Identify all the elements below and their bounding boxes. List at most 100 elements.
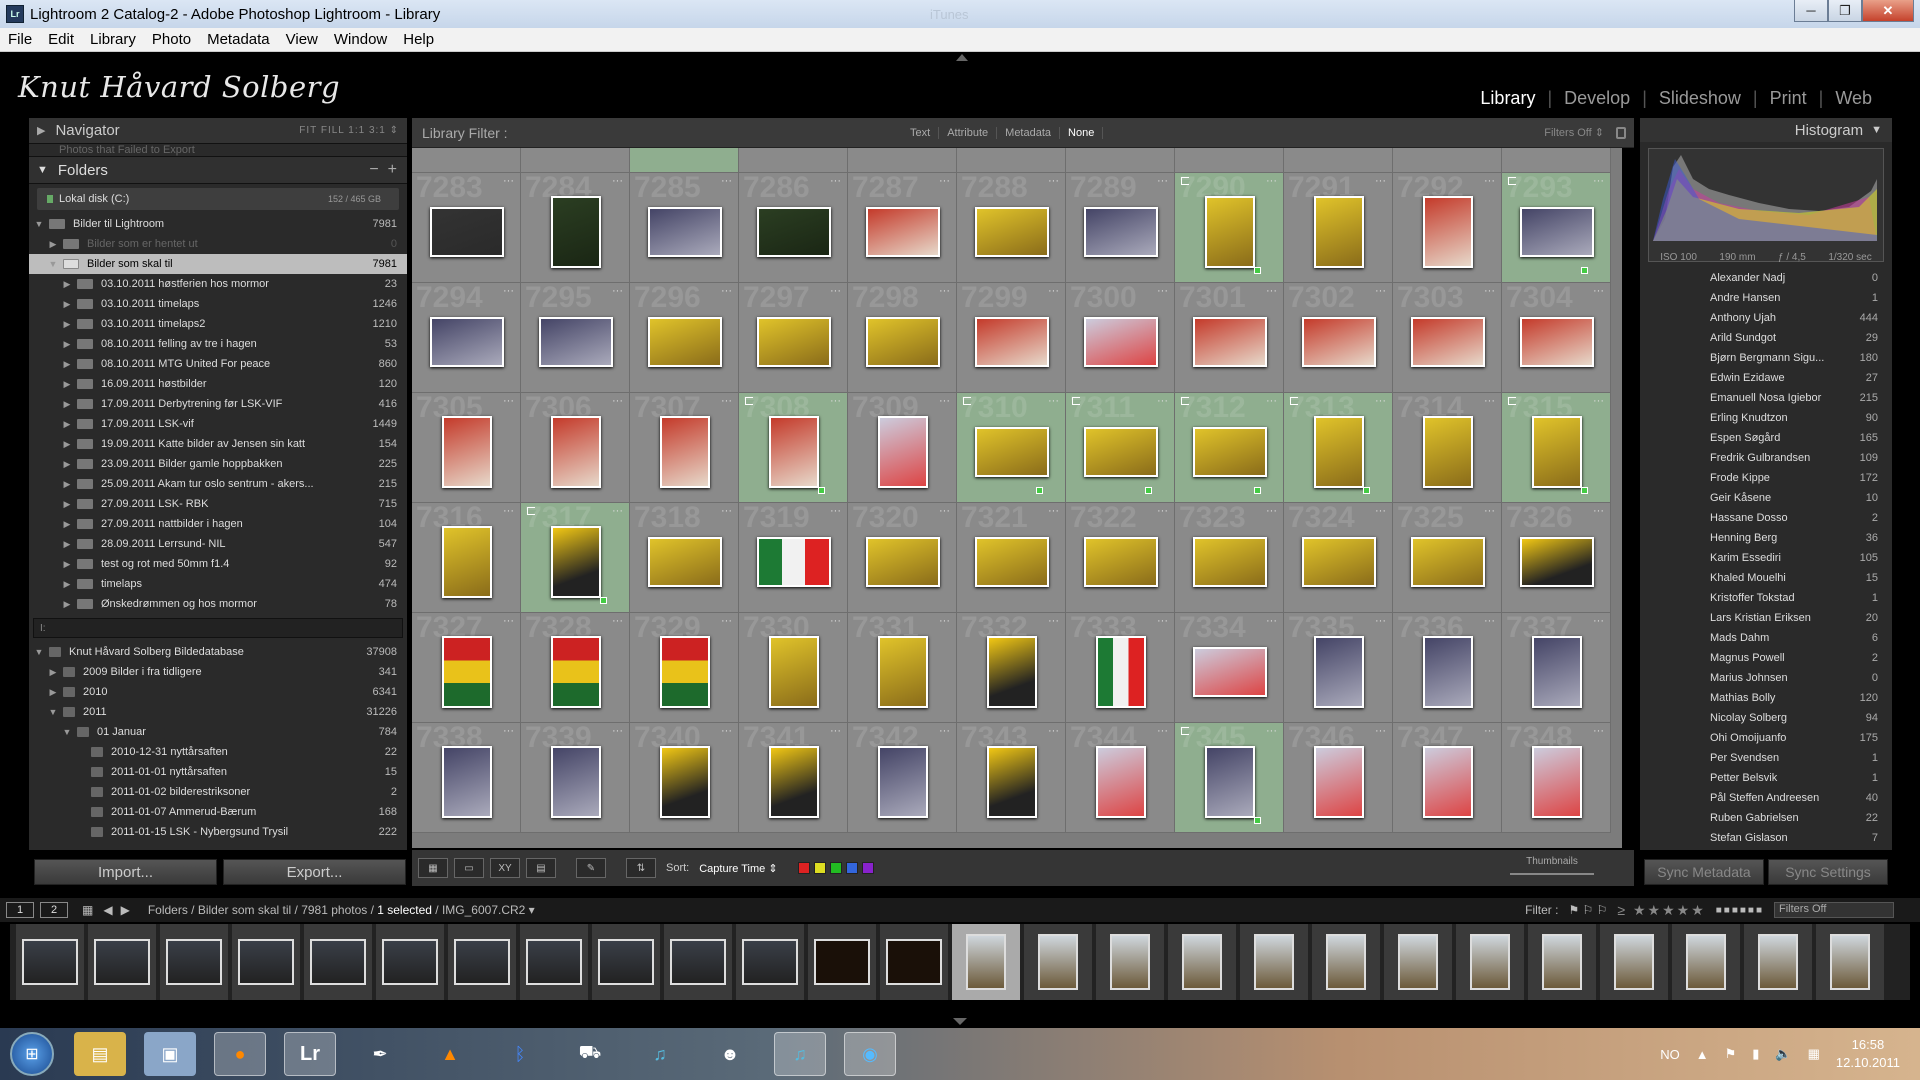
selected-file[interactable]: / IMG_6007.CR2 ▾: [432, 903, 534, 917]
disclosure-triangle-icon[interactable]: ▶: [47, 667, 59, 678]
disclosure-triangle-icon[interactable]: ▶: [61, 379, 73, 390]
thumbnail-cell[interactable]: 7333 ···: [1066, 613, 1175, 723]
photo-thumbnail[interactable]: [659, 746, 710, 818]
thumbnail-cell[interactable]: 7292 ···: [1393, 173, 1502, 283]
bluetooth-icon[interactable]: ᛒ: [494, 1032, 546, 1076]
filmstrip-thumbnail[interactable]: [448, 924, 516, 1000]
cell-menu-icon[interactable]: ···: [721, 615, 732, 627]
filmstrip-thumbnail[interactable]: [664, 924, 732, 1000]
filter-tab-none[interactable]: None: [1060, 126, 1104, 139]
clock[interactable]: 16:58 12.10.2011: [1836, 1036, 1900, 1072]
folder-item[interactable]: ▶ Ønskedrømmen og hos mormor 78: [29, 594, 407, 614]
photo-thumbnail[interactable]: [550, 416, 601, 488]
folder-item[interactable]: ▼ Bilder til Lightroom 7981: [29, 214, 407, 234]
cell-menu-icon[interactable]: ···: [612, 615, 623, 627]
flag-icon[interactable]: [1181, 727, 1189, 735]
volume-bar[interactable]: Lokal disk (C:) 152 / 465 GB: [37, 188, 399, 210]
photo-thumbnail[interactable]: [441, 526, 492, 598]
folder-item[interactable]: ▶ 16.09.2011 høstbilder 120: [29, 374, 407, 394]
filmstrip-thumbnail[interactable]: [880, 924, 948, 1000]
loupe-view-icon[interactable]: ▭: [454, 858, 484, 878]
folder-item[interactable]: ▶ 03.10.2011 høstferien hos mormor 23: [29, 274, 407, 294]
photo-thumbnail[interactable]: [1531, 746, 1582, 818]
thumbnail-cell[interactable]: 7340 ···: [630, 723, 739, 833]
module-slideshow[interactable]: Slideshow: [1647, 88, 1753, 109]
photo-thumbnail[interactable]: [550, 746, 601, 818]
slider-track[interactable]: [1510, 873, 1594, 875]
disclosure-triangle-icon[interactable]: ▶: [47, 687, 59, 698]
green-label-icon[interactable]: [829, 862, 842, 874]
top-panel-toggle-icon[interactable]: [956, 54, 968, 61]
filmstrip-thumbnail[interactable]: [1456, 924, 1524, 1000]
filter-tab-metadata[interactable]: Metadata: [997, 126, 1061, 139]
cell-menu-icon[interactable]: ···: [1266, 615, 1277, 627]
photo-thumbnail[interactable]: [550, 526, 601, 598]
thumbnail-cell[interactable]: 7319 ···: [739, 503, 848, 613]
folder-item[interactable]: ▼ Bilder som skal til 7981: [29, 254, 407, 274]
cell-menu-icon[interactable]: ···: [1157, 395, 1168, 407]
thumbnail-cell[interactable]: 7296 ···: [630, 283, 739, 393]
filmstrip-thumbnail[interactable]: [592, 924, 660, 1000]
photo-thumbnail[interactable]: [1519, 537, 1594, 587]
photo-thumbnail[interactable]: [877, 636, 928, 708]
lightroom-taskbar-icon[interactable]: Lr: [284, 1032, 336, 1076]
cell-menu-icon[interactable]: ···: [1375, 505, 1386, 517]
flag-filter-icon[interactable]: ⚑ ⚐ ⚐: [1568, 903, 1607, 917]
sort-dropdown[interactable]: Capture Time ⇕: [699, 862, 777, 875]
disclosure-triangle-icon[interactable]: ▶: [61, 499, 73, 510]
cell-menu-icon[interactable]: ···: [503, 395, 514, 407]
flag-icon[interactable]: [1181, 397, 1189, 405]
photo-thumbnail[interactable]: [756, 207, 831, 257]
tray-expand-icon[interactable]: ▲: [1696, 1047, 1709, 1062]
keyword-item[interactable]: Mathias Bolly 120: [1640, 688, 1892, 708]
cell-menu-icon[interactable]: ···: [830, 615, 841, 627]
cell-menu-icon[interactable]: ···: [1048, 615, 1059, 627]
thumbnail-cell[interactable]: 7315 ···: [1502, 393, 1611, 503]
collection-item[interactable]: 2010-12-31 nyttårsaften 22: [29, 742, 407, 762]
cell-menu-icon[interactable]: ···: [1266, 395, 1277, 407]
thumbnail-cell[interactable]: 7326 ···: [1502, 503, 1611, 613]
thumbnail-cell[interactable]: 7301 ···: [1175, 283, 1284, 393]
disclosure-triangle-icon[interactable]: ▶: [61, 539, 73, 550]
thumbnail-cell[interactable]: 7300 ···: [1066, 283, 1175, 393]
bottom-panel-toggle-icon[interactable]: [953, 1018, 967, 1025]
thumbnail-cell[interactable]: 7291 ···: [1284, 173, 1393, 283]
photo-thumbnail[interactable]: [659, 416, 710, 488]
thumbnail-cell[interactable]: 7306 ···: [521, 393, 630, 503]
disclosure-triangle-icon[interactable]: ▶: [61, 479, 73, 490]
photo-thumbnail[interactable]: [974, 537, 1049, 587]
start-button[interactable]: ⊞: [10, 1032, 54, 1076]
flag-icon[interactable]: [1181, 177, 1189, 185]
thumbnail-cell[interactable]: 7324 ···: [1284, 503, 1393, 613]
feather-icon[interactable]: ✒: [354, 1032, 406, 1076]
thumbnail-cell[interactable]: 7309 ···: [848, 393, 957, 503]
photo-thumbnail[interactable]: [986, 746, 1037, 818]
disclosure-triangle-icon[interactable]: ▶: [61, 279, 73, 290]
photo-thumbnail[interactable]: [877, 416, 928, 488]
filter-tab-text[interactable]: Text: [902, 126, 940, 139]
keyword-item[interactable]: Marius Johnsen 0: [1640, 668, 1892, 688]
network-tray-icon[interactable]: ▦: [1808, 1046, 1820, 1062]
photo-thumbnail[interactable]: [647, 537, 722, 587]
cell-menu-icon[interactable]: ···: [1593, 395, 1604, 407]
photo-thumbnail[interactable]: [1313, 746, 1364, 818]
photo-thumbnail[interactable]: [1410, 537, 1485, 587]
thumbnail-cell[interactable]: [1393, 148, 1502, 173]
photo-thumbnail[interactable]: [550, 636, 601, 708]
module-develop[interactable]: Develop: [1552, 88, 1642, 109]
action-center-icon[interactable]: ⚑: [1725, 1046, 1737, 1062]
cell-menu-icon[interactable]: ···: [1048, 725, 1059, 737]
cell-menu-icon[interactable]: ···: [830, 285, 841, 297]
keyword-item[interactable]: Stefan Gislason 7: [1640, 828, 1892, 848]
disclosure-triangle-icon[interactable]: ▶: [61, 319, 73, 330]
thumbnail-cell[interactable]: 7344 ···: [1066, 723, 1175, 833]
thumbnail-cell[interactable]: 7290 ···: [1175, 173, 1284, 283]
primary-monitor-button[interactable]: 1: [6, 902, 34, 918]
thumbnail-cell[interactable]: 7327 ···: [412, 613, 521, 723]
thumbnail-cell[interactable]: 7312 ···: [1175, 393, 1284, 503]
close-button[interactable]: ✕: [1862, 0, 1914, 22]
sync-metadata-button[interactable]: Sync Metadata: [1644, 859, 1764, 885]
keyword-item[interactable]: Hassane Dosso 2: [1640, 508, 1892, 528]
cell-menu-icon[interactable]: ···: [830, 175, 841, 187]
filmstrip-thumbnail[interactable]: [952, 924, 1020, 1000]
